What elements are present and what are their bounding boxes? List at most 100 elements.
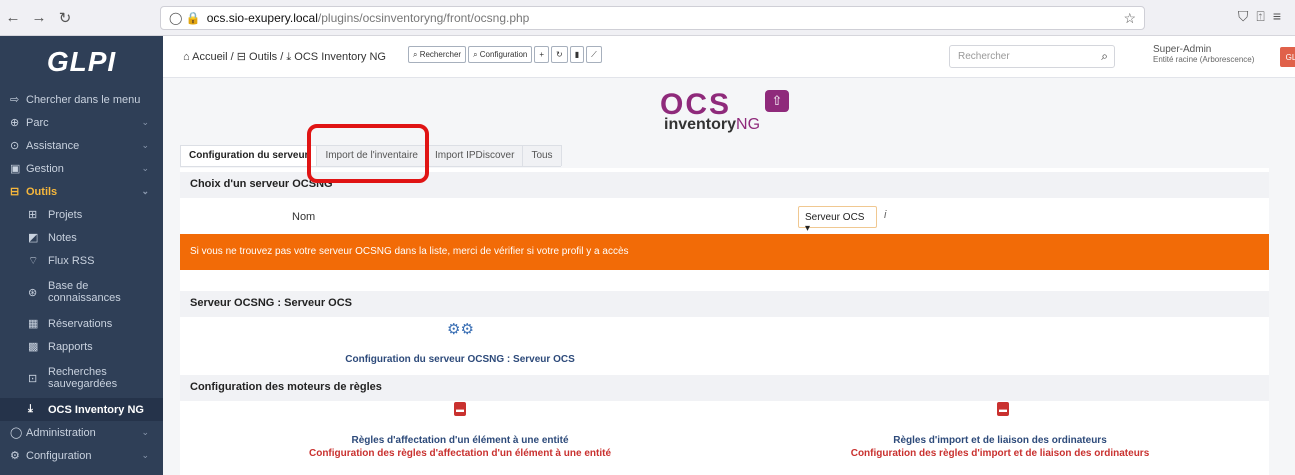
user-entity: Entité racine (Arborescence) (1153, 55, 1255, 64)
glpi-logo[interactable]: GLPI (0, 36, 163, 88)
tab-server-config[interactable]: Configuration du serveur (180, 145, 318, 166)
search-placeholder: Rechercher (958, 51, 1010, 62)
back-icon[interactable]: ← (0, 9, 26, 26)
sidebar-subitem-reservations[interactable]: ▦ Réservations (0, 312, 163, 335)
rule-entity-link[interactable]: Règles d'affectation d'un élément à une … (250, 435, 670, 446)
server-select[interactable]: Serveur OCS ▾ (798, 206, 877, 234)
chevron-down-icon: ⌄ (141, 450, 149, 460)
sidebar-item-assistance[interactable]: ⊙ Assistance ⌄ (0, 134, 163, 157)
config-button[interactable]: ⌕ Configuration (468, 46, 533, 63)
bookmark-star-icon[interactable]: ☆ (1123, 10, 1136, 27)
sidebar-subitem-reports[interactable]: ▩ Rapports (0, 335, 163, 358)
sidebar-item-outils[interactable]: ⊟ Outils ⌄ (0, 180, 163, 203)
sidebar-subitem-label: Rapports (48, 340, 93, 353)
menu-search[interactable]: ⇨ Chercher dans le menu (0, 88, 163, 111)
search-icon[interactable]: ⌕ (1101, 49, 1108, 64)
sidebar-item-administration[interactable]: ◯ Administration ⌄ (0, 421, 163, 444)
search-button[interactable]: ⌕ Rechercher (408, 46, 467, 63)
projects-icon: ⊞ (28, 209, 38, 221)
sidebar-subitem-notes[interactable]: ◩ Notes (0, 226, 163, 249)
trash-button[interactable]: ▮ (569, 46, 585, 63)
headset-icon: ⊙ (10, 140, 20, 152)
url-bar[interactable]: ◯ 🔒 ocs.sio-exupery.local /plugins/ocsin… (160, 6, 1145, 30)
breadcrumb-current[interactable]: OCS Inventory NG (294, 51, 386, 63)
url-path: /plugins/ocsinventoryng/front/ocsng.php (317, 11, 530, 25)
search-menu-icon: ⇨ (10, 94, 20, 106)
settings-icon: ⚙ (10, 450, 20, 462)
sidebar-item-gestion[interactable]: ▣ Gestion ⌄ (0, 157, 163, 180)
lifebuoy-icon: ⊛ (28, 286, 38, 299)
highlight-box (307, 124, 429, 183)
global-search-input[interactable]: Rechercher ⌕ (949, 45, 1115, 68)
lock-icon: ◯ 🔒 (169, 11, 201, 25)
reload-icon[interactable]: ↻ (52, 9, 78, 27)
ocs-inventory-logo: OCS ⇧ inventoryNG (660, 88, 810, 140)
sidebar-subitem-label: Recherches sauvegardées (48, 366, 118, 390)
section-rules-engines: Configuration des moteurs de règles (180, 375, 1269, 401)
refresh-icon: ↻ (556, 50, 563, 59)
warning-alert: Si vous ne trouvez pas votre serveur OCS… (180, 234, 1269, 270)
sidebar-item-configuration[interactable]: ⚙ Configuration ⌄ (0, 444, 163, 467)
toolbox-icon: ⊟ (236, 51, 246, 63)
sidebar-subitem-label: Base de connaissances (48, 280, 121, 304)
avatar[interactable]: GL (1280, 47, 1295, 67)
user-info[interactable]: Super-Admin Entité racine (Arborescence) (1153, 44, 1254, 64)
rss-icon: ⌔ (28, 254, 39, 267)
tab-ipdiscover-import[interactable]: Import IPDiscover (425, 145, 524, 166)
sidebar-subitem-ocs[interactable]: ⤓ OCS Inventory NG (0, 398, 163, 421)
brush-button[interactable]: ⟋ (586, 46, 602, 63)
sidebar-subitem-rss[interactable]: ⌔ Flux RSS (0, 249, 163, 272)
gears-icon[interactable]: ⚙⚙ (447, 320, 474, 338)
rule-entity-sublink[interactable]: Configuration des règles d'affectation d… (250, 448, 670, 459)
bookmarks-icon: ⊡ (28, 372, 38, 385)
chevron-down-icon: ⌄ (141, 117, 149, 127)
book-icon[interactable]: ▬ (997, 402, 1009, 416)
sidebar-subitem-knowledge[interactable]: ⊛ Base de connaissances (0, 272, 163, 312)
refresh-button[interactable]: ↻ (551, 46, 568, 63)
chevron-down-icon: ⌄ (141, 140, 149, 150)
breadcrumb-home[interactable]: Accueil (192, 51, 227, 63)
menu-search-label: Chercher dans le menu (26, 93, 141, 106)
main-panel (180, 168, 1269, 475)
chevron-down-icon: ▾ (805, 223, 811, 234)
search-button-label: Rechercher (419, 50, 462, 59)
add-button[interactable]: + (534, 46, 550, 63)
chevron-down-icon: ⌄ (141, 163, 149, 173)
rule-import-sublink[interactable]: Configuration des règles d'import et de … (790, 448, 1210, 459)
sidebar-item-label: Assistance (26, 139, 80, 152)
sidebar-subitem-saved-searches[interactable]: ⊡ Recherches sauvegardées (0, 358, 163, 398)
search-icon: ⌕ (413, 49, 420, 59)
top-header: ⌂ Accueil / ⊟ Outils / ⤓ OCS Inventory N… (163, 36, 1295, 78)
breadcrumb-tools[interactable]: Outils (249, 51, 277, 63)
server-config-link[interactable]: Configuration du serveur OCSNG : Serveur… (300, 354, 620, 365)
plus-icon: + (539, 50, 545, 59)
sidebar-item-label: Outils (26, 185, 58, 198)
wallet-icon: ▣ (10, 163, 21, 175)
name-label: Nom (292, 211, 316, 223)
brush-icon: ⟋ (591, 49, 597, 59)
rule-import-link[interactable]: Règles d'import et de liaison des ordina… (790, 435, 1210, 446)
info-icon[interactable]: i (884, 209, 886, 221)
chevron-down-icon: ⌄ (141, 186, 149, 196)
sidebar-subitem-projets[interactable]: ⊞ Projets (0, 203, 163, 226)
sidebar-subitem-label: OCS Inventory NG (48, 403, 144, 416)
chevron-down-icon: ⌄ (141, 427, 149, 437)
browser-toolbar: ← → ↻ ◯ 🔒 ocs.sio-exupery.local /plugins… (0, 0, 1295, 36)
config-button-label: Configuration (479, 50, 528, 59)
user-name: Super-Admin (1153, 44, 1212, 55)
tab-all[interactable]: Tous (522, 145, 562, 166)
section-server-ocs: Serveur OCSNG : Serveur OCS (180, 291, 1269, 317)
url-host: ocs.sio-exupery.local (206, 11, 318, 25)
toolbar-buttons: ⌕ Rechercher ⌕ Configuration + ↻ ▮ ⟋ (408, 46, 602, 63)
sidebar-item-parc[interactable]: ⊕ Parc ⌄ (0, 111, 163, 134)
home-icon: ⌂ (183, 51, 190, 63)
note-icon: ◩ (28, 232, 39, 244)
browser-menu-icons[interactable]: ⛉⍐≡ (1238, 8, 1289, 25)
forward-icon[interactable]: → (26, 9, 52, 26)
sidebar-subitem-label: Flux RSS (48, 254, 95, 267)
sidebar-subitem-label: Projets (48, 208, 83, 221)
ocs-logo-sub: inventoryNG (664, 116, 760, 134)
ocs-logo-ng: NG (736, 116, 761, 133)
book-icon[interactable]: ▬ (454, 402, 466, 416)
sidebar-subitem-label: Réservations (48, 317, 113, 330)
